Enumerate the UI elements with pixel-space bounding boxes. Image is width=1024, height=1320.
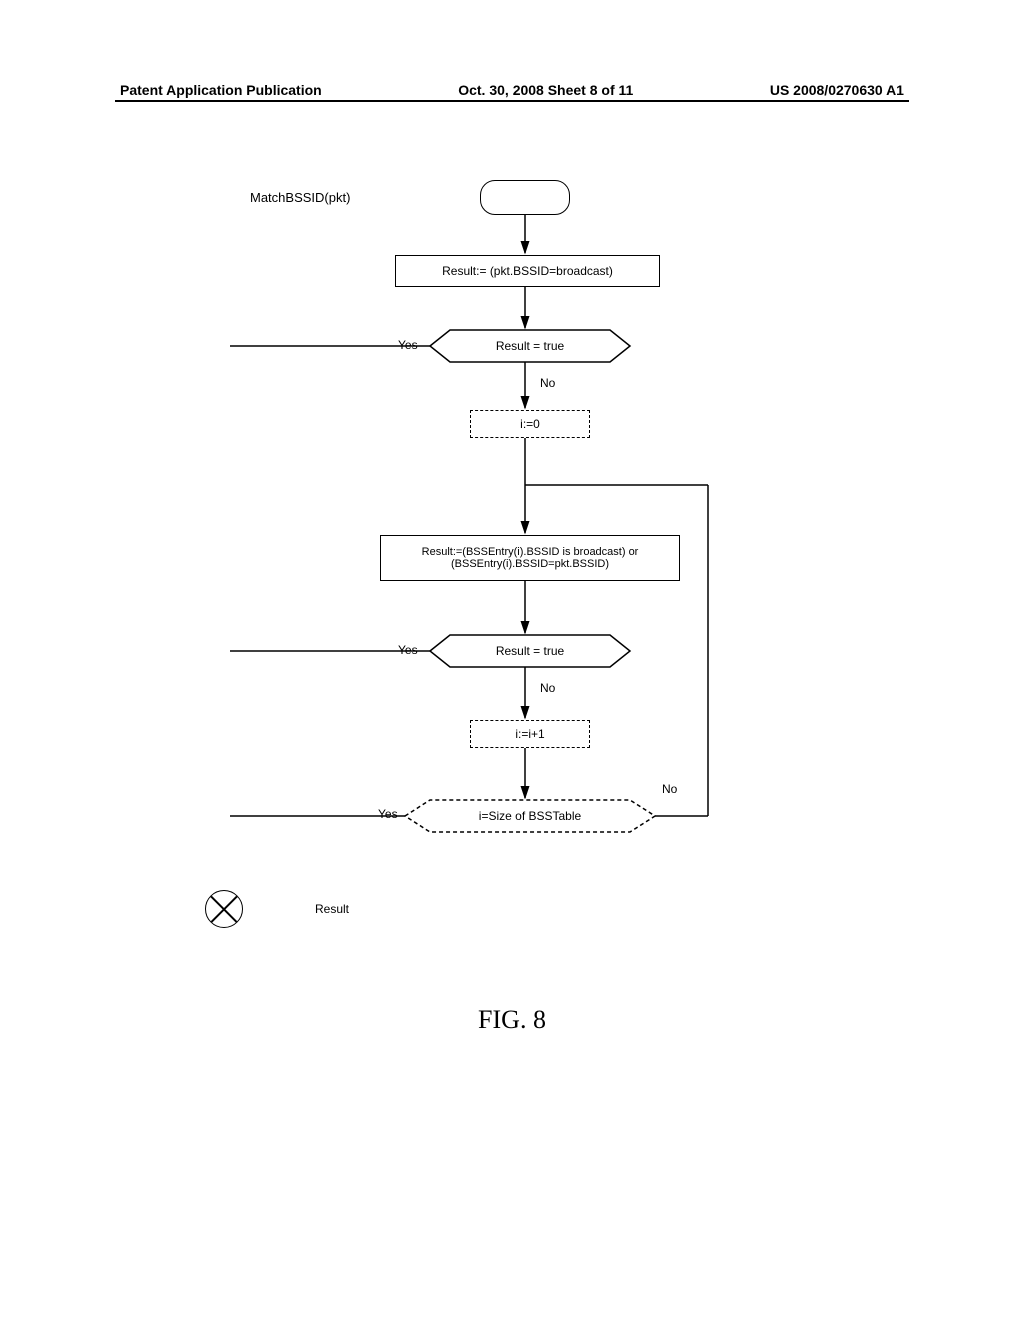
decision-result-true-2: Result = true: [430, 635, 630, 667]
decision-result-true-1: Result = true: [430, 330, 630, 362]
end-terminator: [205, 890, 243, 928]
decision-size-check: i=Size of BSSTable: [405, 800, 655, 832]
header-rule: [115, 100, 909, 102]
label-yes-1: Yes: [398, 338, 418, 352]
process-result2: Result:=(BSSEntry(i).BSSID is broadcast)…: [380, 535, 680, 581]
header-center: Oct. 30, 2008 Sheet 8 of 11: [458, 82, 633, 98]
page-header: Patent Application Publication Oct. 30, …: [0, 82, 1024, 98]
figure-caption: FIG. 8: [0, 1005, 1024, 1035]
label-yes-2: Yes: [398, 643, 418, 657]
header-left: Patent Application Publication: [120, 82, 322, 98]
label-no-2: No: [540, 681, 555, 695]
label-no-1: No: [540, 376, 555, 390]
result-output-label: Result: [315, 902, 349, 916]
label-no-3: No: [662, 782, 677, 796]
header-right: US 2008/0270630 A1: [770, 82, 904, 98]
process-result1: Result:= (pkt.BSSID=broadcast): [395, 255, 660, 287]
process-init-i: i:=0: [470, 410, 590, 438]
start-terminator: [480, 180, 570, 215]
process-increment-i: i:=i+1: [470, 720, 590, 748]
label-yes-3: Yes: [378, 807, 398, 821]
process-result2-text: Result:=(BSSEntry(i).BSSID is broadcast)…: [385, 546, 675, 570]
flowchart: MatchBSSID(pkt) Result:= (pkt.BSSID=broa…: [230, 190, 800, 990]
function-name: MatchBSSID(pkt): [250, 190, 350, 205]
